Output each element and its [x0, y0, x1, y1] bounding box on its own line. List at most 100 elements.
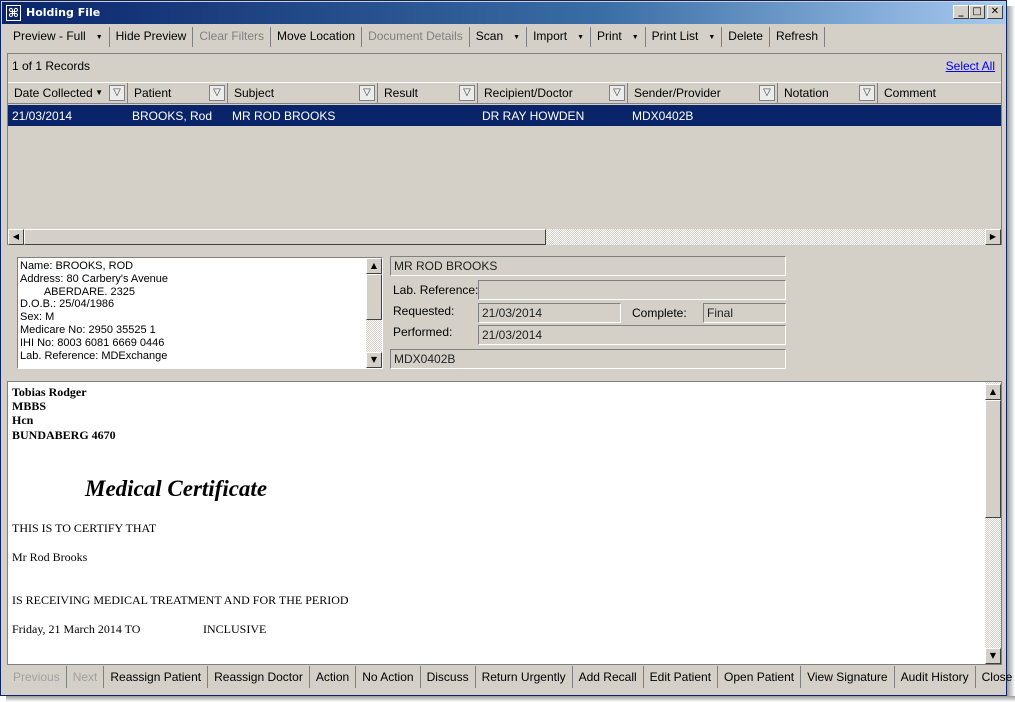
- reassign-patient-button[interactable]: Reassign Patient: [104, 666, 209, 688]
- open-patient-button[interactable]: Open Patient: [718, 666, 802, 688]
- close-window-button[interactable]: ✕: [987, 5, 1003, 19]
- edit-patient-button[interactable]: Edit Patient: [644, 666, 719, 688]
- doctor-name: Tobias Rodger: [12, 385, 87, 399]
- complete-field[interactable]: Final: [703, 303, 786, 323]
- return-urgently-button[interactable]: Return Urgently: [476, 666, 573, 688]
- column-comment[interactable]: Comment: [878, 83, 1001, 104]
- filter-icon[interactable]: ▽: [759, 85, 775, 101]
- scroll-thumb[interactable]: [366, 274, 382, 320]
- previous-button[interactable]: Previous: [7, 666, 67, 688]
- no-action-button[interactable]: No Action: [356, 666, 421, 688]
- cell-sender: MDX0402B: [632, 109, 694, 123]
- patient-details-text: Name: BROOKS, ROD Address: 80 Carbery's …: [20, 260, 169, 362]
- document-details-button[interactable]: Document Details: [362, 27, 470, 47]
- holding-file-window: ⌘ Holding File _ □ ✕ Preview - Full ▼ Hid…: [0, 0, 1012, 696]
- filter-icon[interactable]: ▽: [609, 85, 625, 101]
- dropdown-arrow-icon[interactable]: ▼: [708, 28, 715, 47]
- table-row[interactable]: 21/03/2014 BROOKS, Rod MR ROD BROOKS DR …: [8, 105, 1001, 126]
- column-recipient-doctor[interactable]: Recipient/Doctor ▽: [478, 83, 628, 104]
- sender-field[interactable]: MDX0402B: [390, 349, 786, 369]
- window-title: Holding File: [26, 6, 101, 19]
- move-location-button[interactable]: Move Location: [271, 27, 363, 47]
- filter-icon[interactable]: ▽: [459, 85, 475, 101]
- refresh-button[interactable]: Refresh: [770, 27, 825, 47]
- subject-field[interactable]: MR ROD BROOKS: [390, 256, 786, 276]
- column-date-collected[interactable]: Date Collected ▼ ▽: [8, 83, 128, 104]
- lab-reference-field[interactable]: [478, 280, 786, 300]
- sort-down-icon: ▼: [95, 88, 103, 97]
- action-button[interactable]: Action: [310, 666, 357, 688]
- preview-full-button[interactable]: Preview - Full ▼: [7, 27, 110, 47]
- add-recall-button[interactable]: Add Recall: [573, 666, 644, 688]
- cell-recipient: DR RAY HOWDEN: [482, 109, 585, 123]
- column-notation[interactable]: Notation ▽: [778, 83, 878, 104]
- bookmark-icon: ⌘: [6, 5, 21, 21]
- audit-history-button[interactable]: Audit History: [895, 666, 976, 688]
- column-result[interactable]: Result ▽: [378, 83, 478, 104]
- dropdown-arrow-icon[interactable]: ▼: [577, 28, 584, 47]
- details-scrollbar[interactable]: ▲ ▼: [366, 258, 382, 368]
- certify-line: THIS IS TO CERTIFY THAT: [12, 521, 157, 535]
- print-button[interactable]: Print ▼: [591, 27, 646, 47]
- performed-label: Performed:: [393, 325, 453, 339]
- treatment-line: IS RECEIVING MEDICAL TREATMENT AND FOR T…: [12, 593, 349, 607]
- column-patient[interactable]: Patient ▽: [128, 83, 228, 104]
- qualification: MBBS: [12, 399, 47, 413]
- view-signature-button[interactable]: View Signature: [801, 666, 895, 688]
- requested-label: Requested:: [393, 304, 455, 318]
- patient-details-box[interactable]: Name: BROOKS, ROD Address: 80 Carbery's …: [17, 257, 383, 369]
- complete-label: Complete:: [632, 306, 687, 320]
- maximize-button[interactable]: □: [969, 5, 985, 19]
- title-bar: ⌘ Holding File: [2, 2, 1005, 24]
- clear-filters-button[interactable]: Clear Filters: [193, 27, 272, 47]
- filter-icon[interactable]: ▽: [209, 85, 225, 101]
- next-button[interactable]: Next: [67, 666, 105, 688]
- record-count: 1 of 1 Records: [12, 59, 91, 73]
- scroll-thumb[interactable]: [24, 229, 546, 245]
- select-all-link[interactable]: Select All: [946, 59, 995, 73]
- scroll-down-icon[interactable]: ▼: [985, 648, 1001, 664]
- document-preview[interactable]: Tobias Rodger MBBS Hcn BUNDABERG 4670 Me…: [7, 381, 1002, 665]
- lab-reference-label: Lab. Reference:: [393, 283, 479, 297]
- discuss-button[interactable]: Discuss: [421, 666, 476, 688]
- filter-icon[interactable]: ▽: [859, 85, 875, 101]
- import-button[interactable]: Import ▼: [527, 27, 592, 47]
- column-sender-provider[interactable]: Sender/Provider ▽: [628, 83, 778, 104]
- suburb: Hcn: [12, 413, 34, 427]
- cell-patient: BROOKS, Rod: [132, 109, 213, 123]
- column-subject[interactable]: Subject ▽: [228, 83, 378, 104]
- certificate-heading: Medical Certificate: [85, 476, 268, 501]
- scroll-right-icon[interactable]: ▶: [985, 229, 1001, 245]
- column-header: Date Collected ▼ ▽ Patient ▽ Subject ▽ Resul…: [8, 82, 1001, 104]
- close-button[interactable]: Close: [976, 666, 1015, 688]
- print-list-button[interactable]: Print List ▼: [646, 27, 723, 47]
- document-scrollbar[interactable]: ▲ ▼: [985, 382, 1001, 664]
- cell-subject: MR ROD BROOKS: [232, 109, 336, 123]
- horizontal-scrollbar[interactable]: ◀ ▶: [8, 229, 1001, 245]
- cell-date: 21/03/2014: [12, 109, 73, 123]
- dropdown-arrow-icon[interactable]: ▼: [632, 28, 639, 47]
- toolbar: Preview - Full ▼ Hide Preview Clear Filte…: [7, 27, 825, 47]
- minimize-button[interactable]: _: [953, 5, 969, 19]
- performed-field[interactable]: 21/03/2014: [478, 325, 786, 345]
- records-panel: 1 of 1 Records Select All Date Collected…: [7, 53, 1002, 245]
- scroll-down-icon[interactable]: ▼: [366, 352, 382, 368]
- hide-preview-button[interactable]: Hide Preview: [110, 27, 194, 47]
- inclusive-label: INCLUSIVE: [203, 622, 267, 636]
- scroll-up-icon[interactable]: ▲: [366, 258, 382, 274]
- scroll-thumb[interactable]: [985, 400, 1001, 518]
- city: BUNDABERG 4670: [12, 428, 116, 442]
- patient-name-line: Mr Rod Brooks: [12, 550, 88, 564]
- dropdown-arrow-icon[interactable]: ▼: [96, 28, 103, 47]
- dropdown-arrow-icon[interactable]: ▼: [513, 28, 520, 47]
- bottom-action-bar: Previous Next Reassign Patient Reassign …: [7, 666, 1015, 688]
- scroll-left-icon[interactable]: ◀: [8, 229, 24, 245]
- delete-button[interactable]: Delete: [722, 27, 770, 47]
- scroll-up-icon[interactable]: ▲: [985, 384, 1001, 400]
- reassign-doctor-button[interactable]: Reassign Doctor: [208, 666, 310, 688]
- filter-icon[interactable]: ▽: [109, 85, 125, 101]
- period-date: Friday, 21 March 2014 TO: [12, 622, 141, 636]
- requested-field[interactable]: 21/03/2014: [478, 303, 621, 323]
- filter-icon[interactable]: ▽: [359, 85, 375, 101]
- scan-button[interactable]: Scan ▼: [470, 27, 528, 47]
